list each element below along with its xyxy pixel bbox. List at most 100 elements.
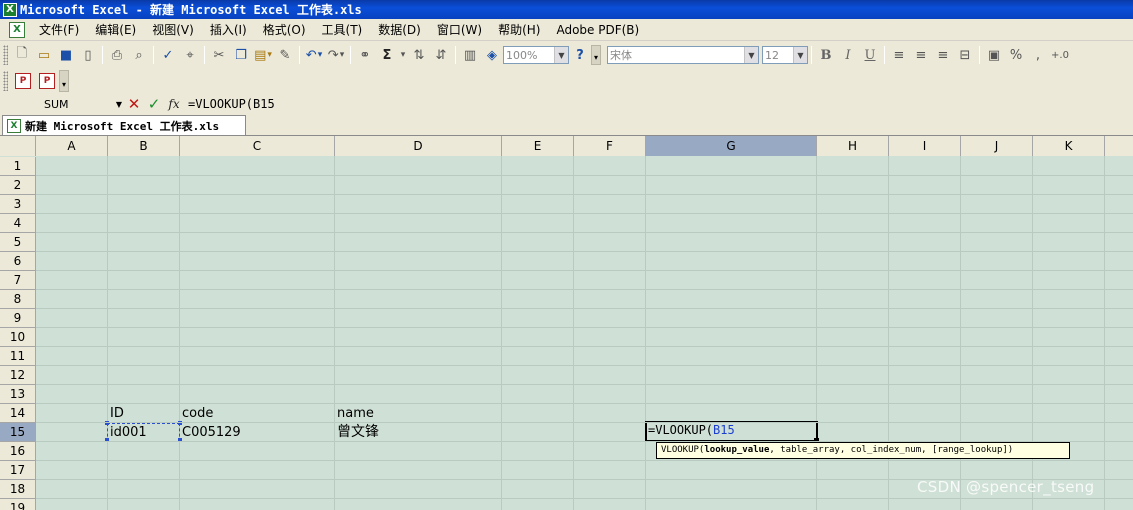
row-header-18[interactable]: 18: [0, 480, 36, 499]
hyperlink-icon[interactable]: ⚭: [354, 44, 376, 66]
toolbar-grip[interactable]: [3, 45, 8, 65]
currency-icon[interactable]: ▣: [983, 44, 1005, 66]
menu-format[interactable]: 格式(O): [255, 19, 314, 41]
menu-file[interactable]: 文件(F): [31, 19, 87, 41]
row-header-17[interactable]: 17: [0, 461, 36, 480]
column-header-k[interactable]: K: [1033, 136, 1105, 156]
row-header-15[interactable]: 15: [0, 423, 36, 442]
cell-c14[interactable]: code: [180, 404, 335, 423]
formula-input[interactable]: =VLOOKUP(B15: [188, 97, 275, 111]
row-header-9[interactable]: 9: [0, 309, 36, 328]
select-all-corner[interactable]: [0, 136, 36, 156]
worksheet-grid[interactable]: A B C D E F G H I J K ID code name id001…: [0, 136, 1133, 510]
menu-window[interactable]: 窗口(W): [429, 19, 490, 41]
column-header-l[interactable]: [1105, 136, 1133, 156]
row-header-11[interactable]: 11: [0, 347, 36, 366]
row-header-7[interactable]: 7: [0, 271, 36, 290]
chevron-down-icon[interactable]: ▼: [554, 47, 568, 63]
menu-help[interactable]: 帮助(H): [490, 19, 548, 41]
permission-icon[interactable]: ▯: [77, 44, 99, 66]
menu-adobe-pdf[interactable]: Adobe PDF(B): [548, 19, 647, 41]
font-size-select[interactable]: 12 ▼: [762, 46, 808, 64]
row-header-16[interactable]: 16: [0, 442, 36, 461]
row-header-1[interactable]: 1: [0, 157, 36, 176]
research-icon[interactable]: ⌖: [179, 44, 201, 66]
print-icon[interactable]: ⎙: [106, 44, 128, 66]
column-header-a[interactable]: A: [36, 136, 108, 156]
open-folder-icon[interactable]: ▭: [33, 44, 55, 66]
row-header-8[interactable]: 8: [0, 290, 36, 309]
format-painter-icon[interactable]: ✎: [274, 44, 296, 66]
column-header-i[interactable]: I: [889, 136, 961, 156]
tooltip-current-argument[interactable]: lookup_value: [704, 445, 769, 455]
row-header-4[interactable]: 4: [0, 214, 36, 233]
row-header-19[interactable]: 19: [0, 499, 36, 510]
cancel-formula-icon[interactable]: ✕: [124, 95, 144, 113]
align-right-icon[interactable]: ≡: [932, 44, 954, 66]
cut-icon[interactable]: ✂: [208, 44, 230, 66]
column-header-c[interactable]: C: [180, 136, 335, 156]
active-cell-g15[interactable]: =VLOOKUP(B15: [645, 421, 818, 442]
workbook-tab[interactable]: X 新建 Microsoft Excel 工作表.xls: [2, 115, 246, 135]
new-document-icon[interactable]: 🗋: [11, 44, 33, 66]
chevron-down-icon[interactable]: ▼: [116, 100, 124, 109]
italic-button[interactable]: I: [837, 48, 859, 63]
column-header-h[interactable]: H: [817, 136, 889, 156]
cell-d14[interactable]: name: [335, 404, 502, 423]
chevron-down-icon[interactable]: ▼: [793, 47, 807, 63]
percent-button[interactable]: %: [1005, 44, 1027, 66]
zoom-select[interactable]: 100% ▼: [503, 46, 569, 64]
row-header-5[interactable]: 5: [0, 233, 36, 252]
menu-data[interactable]: 数据(D): [370, 19, 429, 41]
cell-b15-reference[interactable]: id001: [107, 423, 180, 442]
column-header-f[interactable]: F: [574, 136, 646, 156]
cell-c15[interactable]: C005129: [180, 423, 335, 442]
toolbar-options-chevron-icon[interactable]: ▾: [591, 45, 601, 65]
chart-wizard-icon[interactable]: ▥: [459, 44, 481, 66]
row-header-12[interactable]: 12: [0, 366, 36, 385]
spelling-icon[interactable]: ✓: [157, 44, 179, 66]
menu-edit[interactable]: 编辑(E): [87, 19, 144, 41]
name-box[interactable]: SUM ▼: [0, 95, 124, 113]
sort-ascending-icon[interactable]: ⇅: [408, 44, 430, 66]
paste-icon[interactable]: ▤ ▾: [252, 44, 274, 66]
chevron-down-icon[interactable]: ▼: [744, 47, 758, 63]
help-icon[interactable]: ?: [569, 44, 591, 66]
column-header-j[interactable]: J: [961, 136, 1033, 156]
column-header-d[interactable]: D: [335, 136, 502, 156]
toolbar-options-chevron-icon[interactable]: ▾: [59, 70, 69, 92]
redo-icon[interactable]: ↷ ▾: [325, 44, 347, 66]
autosum-dropdown-icon[interactable]: ▾: [398, 44, 408, 66]
convert-and-email-pdf-icon[interactable]: P: [39, 73, 55, 89]
save-icon[interactable]: ■: [55, 44, 77, 66]
undo-icon[interactable]: ↶ ▾: [303, 44, 325, 66]
workbook-icon[interactable]: X: [9, 21, 25, 38]
row-header-6[interactable]: 6: [0, 252, 36, 271]
cell-d15[interactable]: 曾文锋: [335, 423, 502, 442]
bold-button[interactable]: B: [815, 48, 837, 63]
print-preview-icon[interactable]: ⌕: [128, 44, 150, 66]
tooltip-function[interactable]: VLOOKUP(: [661, 445, 704, 455]
increase-decimal-icon[interactable]: +.0: [1049, 44, 1071, 66]
menu-view[interactable]: 视图(V): [144, 19, 202, 41]
toolbar-grip[interactable]: [3, 71, 8, 91]
row-header-13[interactable]: 13: [0, 385, 36, 404]
merge-center-icon[interactable]: ⊟: [954, 44, 976, 66]
autosum-icon[interactable]: Σ: [376, 44, 398, 66]
menu-tools[interactable]: 工具(T): [314, 19, 371, 41]
convert-to-pdf-icon[interactable]: P: [15, 73, 31, 89]
cell-b14[interactable]: ID: [108, 404, 180, 423]
column-header-e[interactable]: E: [502, 136, 574, 156]
row-header-10[interactable]: 10: [0, 328, 36, 347]
row-header-3[interactable]: 3: [0, 195, 36, 214]
row-header-14[interactable]: 14: [0, 404, 36, 423]
align-center-icon[interactable]: ≡: [910, 44, 932, 66]
enter-formula-icon[interactable]: ✓: [144, 95, 164, 113]
comma-button[interactable]: ,: [1027, 44, 1049, 66]
underline-button[interactable]: U: [859, 48, 881, 63]
font-name-select[interactable]: 宋体 ▼: [607, 46, 759, 64]
sort-descending-icon[interactable]: ⇵: [430, 44, 452, 66]
drawing-icon[interactable]: ◈: [481, 44, 503, 66]
insert-function-icon[interactable]: fx: [164, 95, 184, 113]
column-header-b[interactable]: B: [108, 136, 180, 156]
